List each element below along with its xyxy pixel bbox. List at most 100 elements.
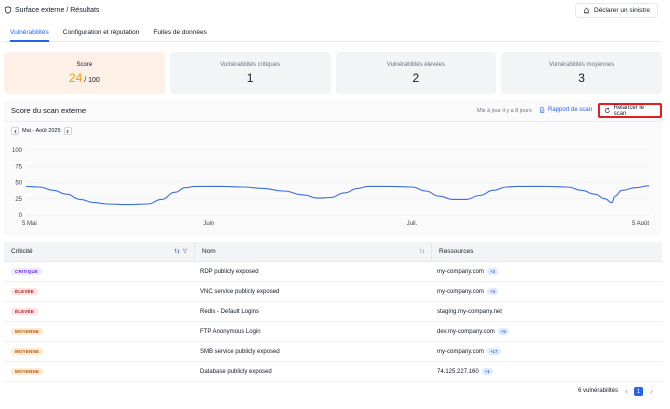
tab-data-leaks[interactable]: Fuites de données	[153, 26, 206, 42]
scan-panel-header: Score du scan externe Mis à jour il y a …	[4, 100, 662, 122]
high-vulns-value: 2	[412, 70, 420, 85]
criticity-sort-controls	[174, 248, 188, 254]
rescan-button[interactable]: Relancer le scan	[598, 103, 662, 118]
score-value-group: 24 / 100	[69, 71, 100, 85]
critical-vulns-label: Vulnérabilités critiques	[220, 61, 281, 68]
chevron-left-icon	[13, 129, 16, 133]
table-row[interactable]: MOYENNE FTP Anonymous Login dev.my-company…	[4, 322, 662, 342]
table-row[interactable]: ÉLEVÉE VNC service publicly exposed my-com…	[4, 282, 662, 302]
score-value: 24	[68, 70, 83, 85]
score-max: / 100	[84, 76, 100, 84]
vulnerabilities-table: Criticité Nom Ressources CRITIQUE RDP pub…	[4, 242, 662, 382]
medium-vulns-card: Vulnérabilités moyennes 3	[501, 52, 662, 94]
high-vulns-label: Vulnérabilités élevées	[386, 61, 445, 68]
filter-icon[interactable]	[182, 248, 188, 254]
refresh-icon	[604, 107, 610, 113]
alarm-icon	[584, 7, 589, 13]
period-prev-button[interactable]	[11, 127, 19, 135]
y-tick-label: 100	[12, 148, 23, 154]
x-tick-label: 5 Août	[632, 221, 649, 227]
severity-badge: MOYENNE	[11, 328, 44, 335]
severity-badge: ÉLEVÉE	[11, 288, 38, 295]
page-next-button[interactable]	[647, 387, 656, 396]
table-row[interactable]: MOYENNE SMB service publicly exposed my-co…	[4, 342, 662, 362]
sort-active-icon[interactable]	[174, 248, 180, 254]
y-tick-label: 25	[15, 197, 22, 203]
resource-host: staging.my-company.net	[437, 308, 502, 315]
resources-cell: 74.125.227.160 +1	[431, 368, 662, 375]
resources-cell: dev.my-company.com +5	[431, 328, 662, 335]
y-tick-label: 0	[19, 213, 23, 219]
page-prev-button[interactable]	[622, 387, 631, 396]
tab-configuration-reputation[interactable]: Configuration et réputation	[63, 26, 140, 42]
score-series-line	[25, 185, 650, 206]
x-tick-label: 5 Mai	[22, 221, 37, 227]
resource-host: dev.my-company.com	[437, 328, 495, 335]
resources-cell: my-company.com +3	[431, 288, 662, 295]
chevron-right-icon	[650, 389, 653, 394]
resource-host: my-company.com	[437, 288, 484, 295]
table-footer: 6 vulnérabilités 1	[4, 384, 662, 400]
period-label: Mai - Août 2025	[22, 128, 61, 134]
vulnerabilities-count: 6 vulnérabilités	[578, 388, 619, 394]
breadcrumb-text: Surface externe / Résultats	[15, 6, 100, 14]
scan-panel-title: Score du scan externe	[11, 106, 87, 115]
criticity-cell: ÉLEVÉE	[4, 288, 194, 295]
critical-vulns-value: 1	[246, 70, 254, 85]
severity-badge: MOYENNE	[11, 368, 44, 375]
breadcrumb: Surface externe / Résultats	[4, 6, 99, 14]
critical-vulns-card: Vulnérabilités critiques 1	[169, 52, 331, 94]
period-selector: Mai - Août 2025	[11, 127, 72, 135]
chevron-left-icon	[625, 389, 628, 394]
resources-cell: my-company.com +17	[431, 348, 662, 355]
criticity-cell: ÉLEVÉE	[4, 308, 194, 315]
scan-report-link[interactable]: Rapport de scan	[539, 107, 592, 113]
severity-badge: ÉLEVÉE	[11, 308, 38, 315]
header-criticity[interactable]: Criticité	[4, 242, 194, 261]
resource-host: 74.125.227.160	[437, 368, 479, 375]
extra-resources-pill[interactable]: +17	[486, 348, 501, 355]
table-row[interactable]: MOYENNE Database publicly exposed 74.125.2…	[4, 362, 662, 382]
vulnerability-name: Database publicly exposed	[200, 368, 272, 375]
sort-icon[interactable]	[419, 248, 425, 254]
x-tick-label: Juil.	[407, 221, 418, 227]
header-resources[interactable]: Ressources	[431, 242, 662, 261]
score-card: Score 24 / 100	[4, 52, 165, 94]
extra-resources-pill[interactable]: +3	[486, 268, 499, 275]
scan-report-label: Rapport de scan	[548, 107, 593, 113]
resource-host: my-company.com	[437, 348, 484, 355]
criticity-cell: MOYENNE	[4, 368, 194, 375]
declare-claim-label: Déclarer un sinistre	[594, 6, 650, 14]
header-name[interactable]: Nom	[194, 242, 431, 261]
header-resources-label: Ressources	[439, 248, 474, 255]
header-criticity-label: Criticité	[11, 248, 33, 255]
vulnerability-name: Redis - Default Logins	[200, 308, 260, 315]
medium-vulns-value: 3	[578, 70, 585, 85]
extra-resources-pill[interactable]: +1	[481, 368, 493, 375]
declare-claim-button[interactable]: Déclarer un sinistre	[575, 2, 658, 18]
document-icon	[540, 107, 545, 113]
resources-cell: staging.my-company.net	[431, 309, 662, 315]
vulnerability-name: VNC service publicly exposed	[200, 288, 280, 295]
chevron-right-icon	[66, 129, 69, 133]
y-tick-label: 75	[15, 164, 22, 170]
medium-vulns-label: Vulnérabilités moyennes	[549, 61, 615, 68]
tab-vulnerabilities[interactable]: Vulnérabilités	[10, 26, 49, 42]
stats-row: Score 24 / 100 Vulnérabilités critiques …	[4, 52, 662, 94]
scan-score-chart: 100 75 50 25 0 5 Mai Juin Juil. 5 Août	[12, 148, 650, 227]
tab-bar: Vulnérabilités Configuration et réputati…	[4, 26, 660, 42]
page-1-button[interactable]: 1	[634, 387, 643, 396]
extra-resources-pill[interactable]: +3	[486, 288, 499, 295]
rescan-label: Relancer le scan	[613, 104, 644, 117]
vulnerability-name: RDP publicly exposed	[200, 268, 259, 275]
table-row[interactable]: CRITIQUE RDP publicly exposed my-company.c…	[4, 262, 662, 282]
criticity-cell: CRITIQUE	[4, 268, 194, 275]
extra-resources-pill[interactable]: +5	[497, 328, 509, 335]
period-next-button[interactable]	[63, 127, 72, 135]
vulnerability-name: FTP Anonymous Login	[200, 328, 261, 335]
top-bar: Surface externe / Résultats Déclarer un …	[0, 0, 664, 20]
table-row[interactable]: ÉLEVÉE Redis - Default Logins staging.my-c…	[4, 302, 662, 322]
resource-host: my-company.com	[437, 268, 484, 275]
severity-badge: CRITIQUE	[11, 268, 43, 275]
score-label: Score	[76, 61, 93, 68]
